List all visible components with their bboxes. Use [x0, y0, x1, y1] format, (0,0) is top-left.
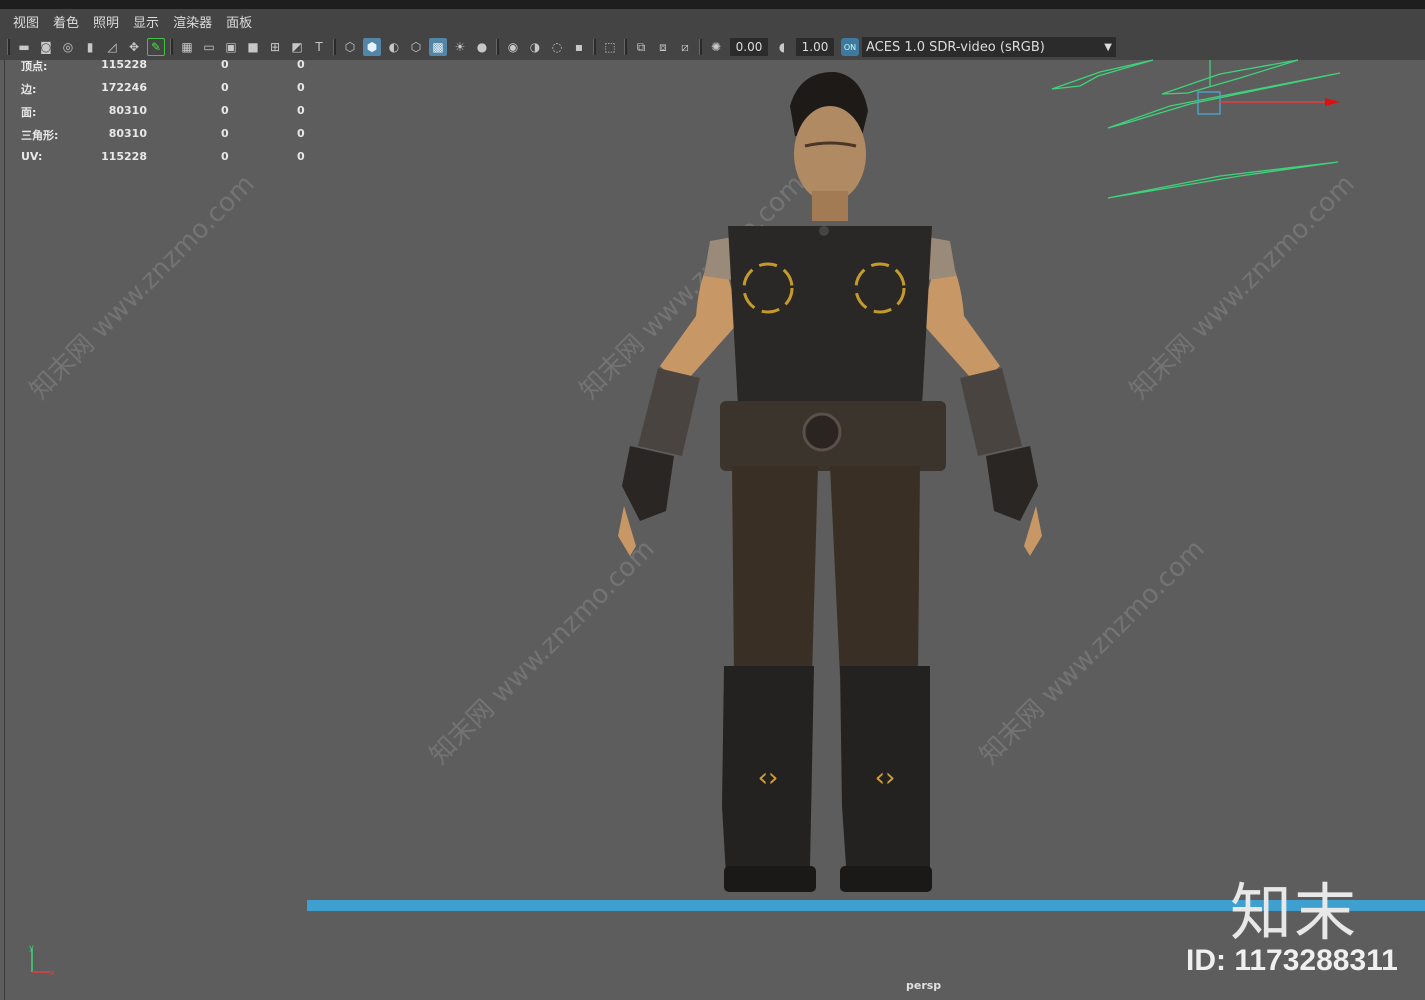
safe-action-icon[interactable]: ◩ — [288, 38, 306, 56]
film-gate-icon[interactable]: ▭ — [200, 38, 218, 56]
hud-value: 0 — [221, 104, 229, 117]
toolbar-separator — [624, 39, 627, 55]
toolbar-separator — [7, 39, 10, 55]
camera-name-label: persp — [906, 979, 942, 992]
toolbar-separator — [699, 39, 702, 55]
motion-blur-icon[interactable]: ◑ — [526, 38, 544, 56]
wireframe-icon[interactable]: ⬡ — [341, 38, 359, 56]
hud-value: 0 — [221, 81, 229, 94]
camera-attributes-icon[interactable]: ◙ — [37, 38, 55, 56]
resolution-gate-icon[interactable]: ▣ — [222, 38, 240, 56]
panel-menubar: 视图 着色 照明 显示 渲染器 面板 — [0, 9, 1425, 34]
watermark-logo: 知末 — [1230, 876, 1359, 949]
hud-value: 0 — [297, 150, 305, 163]
grease-pencil-icon[interactable]: ✎ — [147, 38, 165, 56]
screen-space-ao-icon[interactable]: ◉ — [504, 38, 522, 56]
hud-label: 三角形: — [21, 129, 59, 142]
hud-row: 面: 80310 0 0 — [17, 104, 317, 127]
grid-icon[interactable]: ▦ — [178, 38, 196, 56]
smooth-shade-icon[interactable]: ⬢ — [363, 38, 381, 56]
hud-value: 80310 — [108, 104, 147, 117]
gamma-icon[interactable]: ◖ — [773, 38, 791, 56]
menu-renderer[interactable]: 渲染器 — [172, 10, 213, 33]
hud-row: 三角形: 80310 0 0 — [17, 127, 317, 150]
scene-camera-gizmos[interactable] — [1040, 56, 1360, 206]
exposure-icon[interactable]: ✺ — [707, 38, 725, 56]
hud-value: 0 — [297, 104, 305, 117]
safe-title-icon[interactable]: T — [310, 38, 328, 56]
hud-value: 0 — [297, 58, 305, 71]
depth-of-field-icon[interactable]: ▪ — [570, 38, 588, 56]
isolate-select-icon[interactable]: ⬚ — [601, 38, 619, 56]
hud-value: 115228 — [101, 150, 147, 163]
xray-active-icon[interactable]: ⧄ — [676, 38, 694, 56]
hud-label: 面: — [21, 106, 37, 119]
select-camera-icon[interactable]: ▬ — [15, 38, 33, 56]
hud-label: 顶点: — [21, 60, 48, 73]
default-material-icon[interactable]: ◐ — [385, 38, 403, 56]
hud-label: 边: — [21, 83, 37, 96]
hud-row: 顶点: 115228 0 0 — [17, 58, 317, 81]
hud-row: UV: 115228 0 0 — [17, 150, 317, 173]
toolbar-separator — [496, 39, 499, 55]
use-all-lights-icon[interactable]: ☀ — [451, 38, 469, 56]
gamma-field[interactable]: 1.00 — [796, 38, 834, 56]
hud-value: 115228 — [101, 58, 147, 71]
shadows-icon[interactable]: ● — [473, 38, 491, 56]
hud-label: UV: — [21, 150, 43, 163]
two-d-pan-zoom-icon[interactable]: ✥ — [125, 38, 143, 56]
hud-value: 0 — [297, 81, 305, 94]
menu-show[interactable]: 显示 — [132, 10, 160, 33]
poly-count-hud: 顶点: 115228 0 0 边: 172246 0 0 面: 80310 0 … — [17, 58, 317, 173]
field-chart-icon[interactable]: ⊞ — [266, 38, 284, 56]
toolbar-separator — [593, 39, 596, 55]
xray-joints-icon[interactable]: ⧈ — [654, 38, 672, 56]
gate-mask-icon[interactable]: ■ — [244, 38, 262, 56]
hud-value: 0 — [297, 127, 305, 140]
toolbar-separator — [170, 39, 173, 55]
axis-x-label: x — [50, 968, 55, 977]
wireframe-on-shaded-icon[interactable]: ⬡ — [407, 38, 425, 56]
menu-shading[interactable]: 着色 — [52, 10, 80, 33]
hud-value: 172246 — [101, 81, 147, 94]
image-plane-icon[interactable]: ◿ — [103, 38, 121, 56]
camera-tools-icon[interactable]: ◎ — [59, 38, 77, 56]
textured-icon[interactable]: ▩ — [429, 38, 447, 56]
svg-text:‹›: ‹› — [758, 763, 779, 793]
bookmark-icon[interactable]: ▮ — [81, 38, 99, 56]
anti-aliasing-icon[interactable]: ◌ — [548, 38, 566, 56]
view-axis-indicator: y x — [29, 944, 55, 977]
menu-lighting[interactable]: 照明 — [92, 10, 120, 33]
chevron-down-icon: ▼ — [1104, 41, 1112, 53]
window-top-border — [0, 0, 1425, 9]
view-transform-value: ACES 1.0 SDR-video (sRGB) — [866, 39, 1045, 55]
svg-text:‹›: ‹› — [875, 763, 896, 793]
view-transform-select[interactable]: ACES 1.0 SDR-video (sRGB) ▼ — [862, 37, 1116, 57]
menu-view[interactable]: 视图 — [12, 10, 40, 33]
watermark-id: ID: 1173288311 — [1186, 944, 1398, 977]
hud-value: 0 — [221, 127, 229, 140]
hud-row: 边: 172246 0 0 — [17, 81, 317, 104]
exposure-field[interactable]: 0.00 — [730, 38, 768, 56]
hud-value: 0 — [221, 58, 229, 71]
color-management-toggle[interactable]: ON — [841, 38, 859, 56]
character-model[interactable]: ‹› ‹› — [600, 66, 1060, 906]
axis-y-label: y — [29, 944, 34, 952]
xray-icon[interactable]: ⧉ — [632, 38, 650, 56]
hud-value: 80310 — [108, 127, 147, 140]
toolbar-separator — [333, 39, 336, 55]
menu-panels[interactable]: 面板 — [225, 10, 253, 33]
hud-value: 0 — [221, 150, 229, 163]
